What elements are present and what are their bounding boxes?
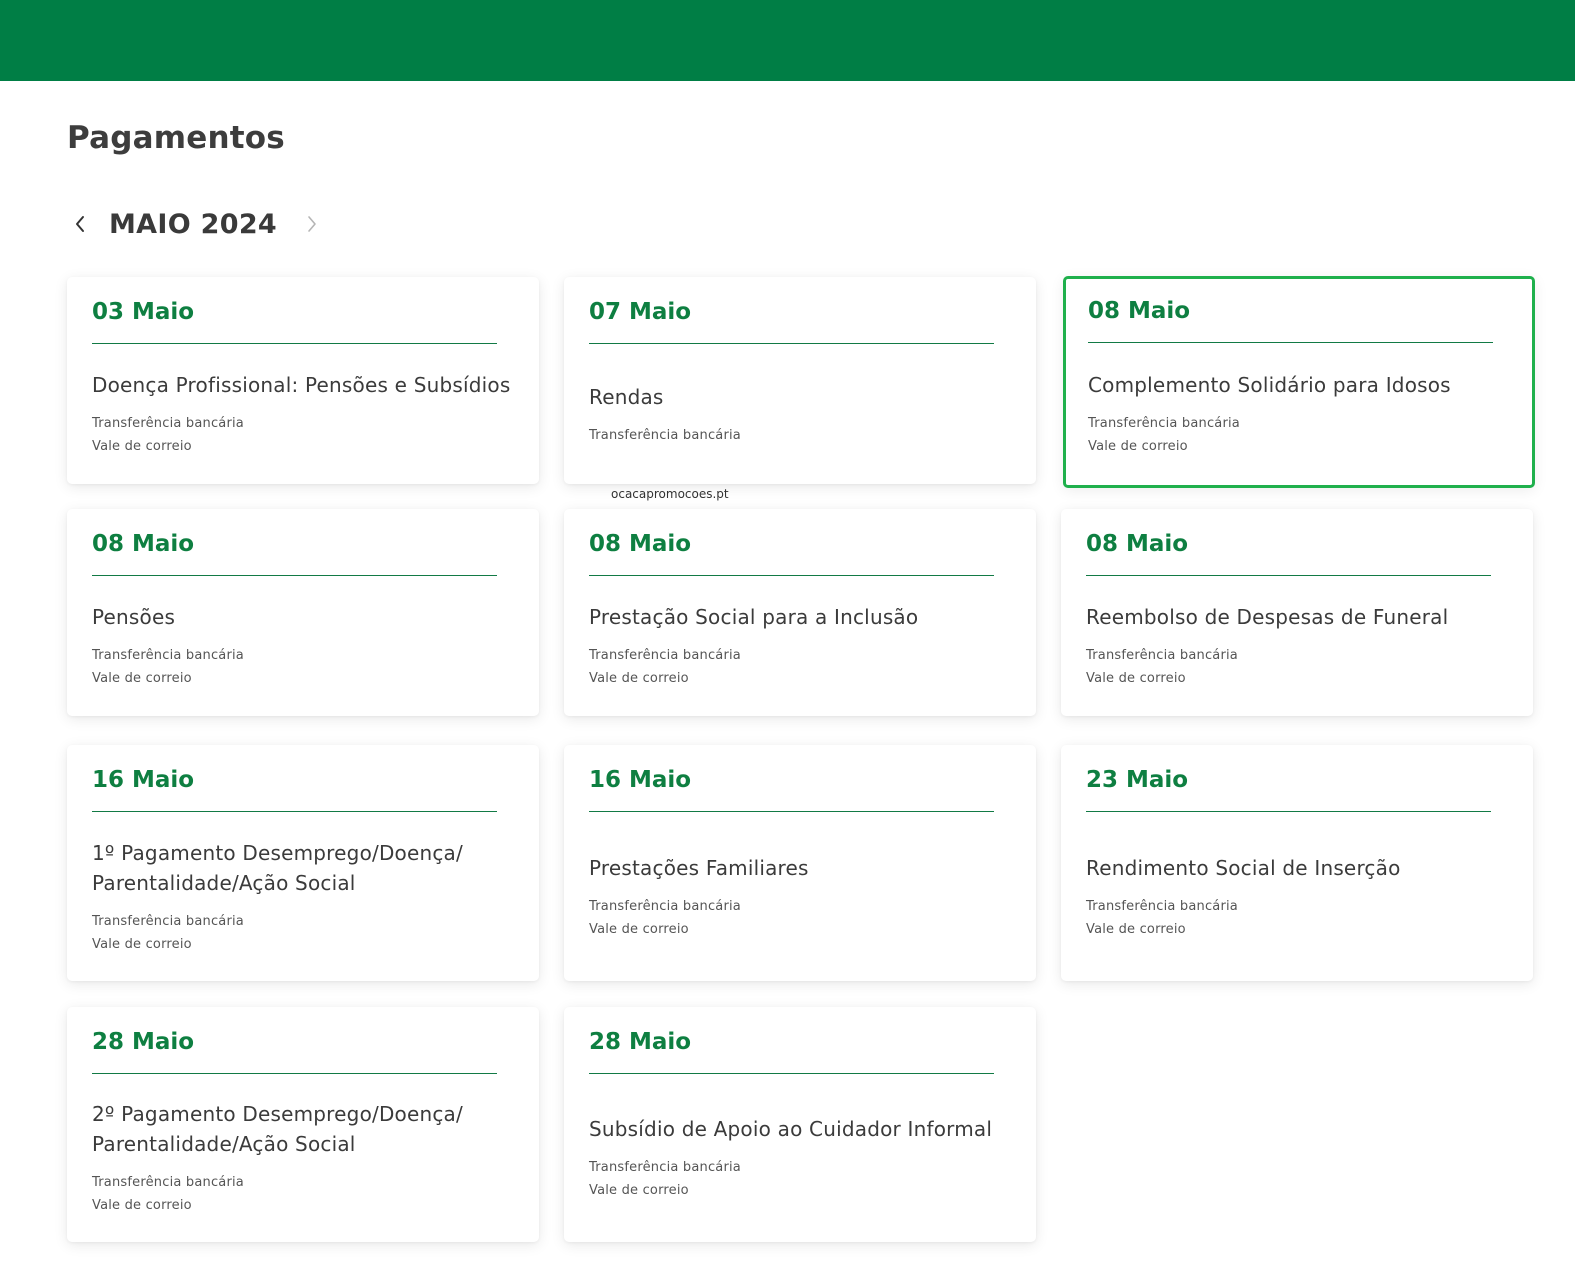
payment-method: Vale de correio: [92, 936, 192, 952]
payment-method: Vale de correio: [589, 671, 689, 686]
payment-method: Vale de correio: [589, 921, 689, 937]
payment-method: Transferência bancária: [1086, 898, 1238, 914]
payment-method: Transferência bancária: [1086, 648, 1238, 663]
payment-date: 28 Maio: [589, 1029, 692, 1055]
chevron-right-icon: [308, 216, 316, 232]
payment-service-name: Rendimento Social de Inserção: [1086, 855, 1401, 880]
payment-method: Vale de correio: [92, 439, 192, 454]
payment-method: Transferência bancária: [589, 427, 741, 443]
payment-date: 16 Maio: [589, 767, 692, 793]
payment-method: Vale de correio: [589, 1183, 689, 1198]
payment-date: 08 Maio: [92, 531, 195, 557]
payment-date: 07 Maio: [589, 299, 692, 325]
payment-method: Transferência bancária: [589, 1160, 741, 1175]
payment-card[interactable]: 03 Maio Doença Profissional: Pensões e S…: [67, 277, 539, 484]
payment-method: Vale de correio: [92, 1198, 192, 1213]
top-header-bar: [0, 0, 1575, 81]
payment-date: 03 Maio: [92, 299, 195, 325]
payment-date: 08 Maio: [1088, 298, 1191, 324]
payment-method: Transferência bancária: [589, 648, 741, 663]
payment-card[interactable]: 08 Maio Prestação Social para a Inclusão…: [564, 509, 1036, 716]
payment-method: Vale de correio: [1086, 671, 1186, 686]
payment-card[interactable]: 28 Maio Subsídio de Apoio ao Cuidador In…: [564, 1007, 1036, 1242]
payment-method: Vale de correio: [92, 671, 192, 686]
payment-card-selected[interactable]: 08 Maio Complemento Solidário para Idoso…: [1063, 276, 1535, 488]
payment-service-name: 1º Pagamento Desemprego/Doença/ Parental…: [92, 840, 463, 895]
payment-service-name: Reembolso de Despesas de Funeral: [1086, 605, 1449, 629]
payment-service-name: 2º Pagamento Desemprego/Doença/ Parental…: [92, 1102, 463, 1156]
page-title: Pagamentos: [67, 120, 285, 156]
payment-card[interactable]: 16 Maio Prestações Familiares Transferên…: [564, 745, 1036, 981]
chevron-left-icon: [76, 216, 84, 232]
payment-service-name: Prestações Familiares: [589, 855, 809, 880]
payment-date: 08 Maio: [589, 531, 692, 557]
payment-service-name: Complemento Solidário para Idosos: [1088, 373, 1451, 397]
payment-card[interactable]: 28 Maio 2º Pagamento Desemprego/Doença/ …: [67, 1007, 539, 1242]
payment-card[interactable]: 08 Maio Pensões Transferência bancária V…: [67, 509, 539, 716]
payment-card[interactable]: 16 Maio 1º Pagamento Desemprego/Doença/ …: [67, 745, 539, 981]
month-navigation: MAIO 2024: [67, 200, 325, 248]
payment-service-name: Rendas: [589, 384, 664, 409]
payment-method: Transferência bancária: [92, 416, 244, 431]
previous-month-button[interactable]: [67, 204, 93, 244]
payment-date: 23 Maio: [1086, 767, 1189, 793]
payment-service-name: Prestação Social para a Inclusão: [589, 605, 919, 629]
payment-service-name: Subsídio de Apoio ao Cuidador Informal: [589, 1117, 993, 1141]
payment-method: Transferência bancária: [92, 1175, 244, 1190]
payment-method: Vale de correio: [1086, 921, 1186, 937]
payment-date: 08 Maio: [1086, 531, 1189, 557]
payment-card[interactable]: 07 Maio Rendas Transferência bancária: [564, 277, 1036, 484]
payment-card[interactable]: 08 Maio Reembolso de Despesas de Funeral…: [1061, 509, 1533, 716]
next-month-button[interactable]: [299, 204, 325, 244]
payment-method: Transferência bancária: [92, 648, 244, 663]
payment-service-name: Doença Profissional: Pensões e Subsídios: [92, 373, 511, 397]
payment-method: Transferência bancária: [92, 913, 244, 929]
payment-date: 28 Maio: [92, 1029, 195, 1055]
payment-service-name: Pensões: [92, 605, 176, 629]
payment-method: Transferência bancária: [589, 898, 741, 914]
payment-date: 16 Maio: [92, 767, 195, 793]
payment-method: Transferência bancária: [1088, 416, 1240, 431]
watermark-text: ocacapromocoes.pt: [611, 487, 729, 501]
payment-method: Vale de correio: [1088, 439, 1188, 454]
payment-card[interactable]: 23 Maio Rendimento Social de Inserção Tr…: [1061, 745, 1533, 981]
current-month-label: MAIO 2024: [109, 208, 278, 240]
